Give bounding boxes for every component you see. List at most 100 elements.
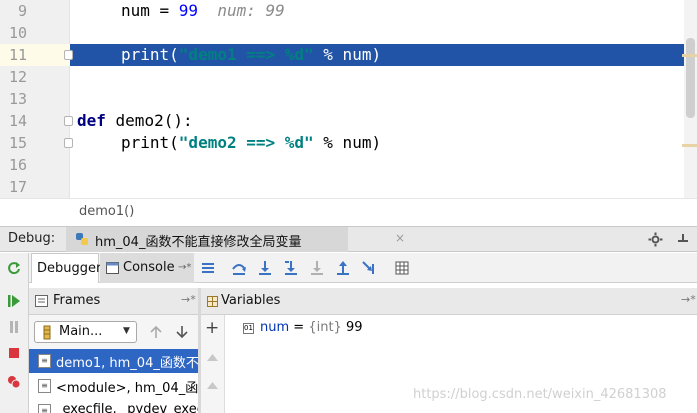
frames-toolbar: Main... ▼ [29,315,198,349]
frame-label: demo1, hm_04_函数不 [56,356,198,371]
python-icon [76,233,88,245]
code-line[interactable]: 9 num = 99 num: 99 [0,0,697,22]
force-step-into-icon[interactable] [309,260,325,276]
code-line[interactable]: 11 print("demo1 ==> %d" % num) [0,44,697,66]
line-number: 15 [8,134,27,152]
frame-list-item[interactable]: ≡ _execfile, _pydev_exec [29,399,198,413]
variable-equals: = [289,320,309,335]
code-token: % num) [313,45,382,64]
code-line[interactable]: 15 print("demo2 ==> %d" % num) [0,132,697,154]
console-icon [106,262,119,274]
code-line[interactable]: 10 [0,22,697,44]
pin-icon[interactable]: →* [181,293,196,306]
code-text: print("demo1 ==> %d" % num) [121,44,381,66]
code-line[interactable]: 14 def demo2(): [0,110,697,132]
step-out-icon[interactable] [335,260,351,276]
menu-icon[interactable] [200,260,216,276]
fold-marker-icon[interactable] [64,116,73,126]
frames-title: Frames [53,293,101,308]
frame-label: _execfile, _pydev_exec [56,402,198,413]
line-number: 17 [8,178,27,196]
minimize-icon[interactable] [676,232,690,246]
line-number: 11 [8,46,27,64]
pin-icon[interactable]: →* [178,253,191,283]
code-text: def demo2(): [77,110,193,132]
stop-icon[interactable] [7,346,21,360]
code-token: "demo2 ==> %d" [178,133,314,152]
step-into-my-code-icon[interactable] [283,260,299,276]
editor-scrollbar-thumb[interactable] [686,38,695,118]
python-file-icon: ≡ [38,354,51,368]
line-number: 12 [8,68,27,86]
code-line[interactable]: 16 [0,154,697,176]
python-file-icon: ≡ [38,404,51,413]
tab-debugger[interactable]: Debugger [31,253,101,283]
code-token: 99 [178,1,199,20]
frame-list-item[interactable]: ≡ demo1, hm_04_函数不 [29,349,198,373]
code-line[interactable]: 13 [0,88,697,110]
arrow-up-icon[interactable] [150,325,162,339]
step-over-icon[interactable] [231,260,247,276]
evaluate-expression-icon[interactable] [394,260,410,276]
debugger-tabs-toolbar: Debugger Console →* [29,253,697,283]
debug-session-title: hm_04_函数不能直接修改全局变量 [95,235,302,250]
move-up-icon[interactable] [206,381,219,390]
rerun-icon[interactable] [7,261,21,275]
variables-pane-header: Variables →* [201,288,697,315]
variables-title: Variables [221,293,281,308]
variable-type: {int} [308,320,342,335]
thread-selector[interactable]: Main... ▼ [34,321,137,343]
code-token: "demo1 ==> %d" [178,45,314,64]
execution-point-highlight: print("demo1 ==> %d" % num) [70,44,684,66]
variables-icon [207,296,218,307]
close-icon[interactable]: × [395,231,405,245]
thread-icon [43,325,51,340]
add-watch-icon[interactable]: + [205,318,219,338]
resume-icon[interactable] [7,294,21,308]
code-editor[interactable]: 9 num = 99 num: 99 10 11 print("demo1 ==> %d… [0,0,697,198]
inline-value-hint: num: 99 [198,1,285,20]
breadcrumb-item[interactable]: demo1() [79,204,134,219]
arrow-down-icon[interactable] [176,325,188,339]
move-up-icon[interactable] [206,353,219,362]
error-stripe-marker[interactable] [682,144,697,147]
debug-label: Debug: [8,231,56,246]
breadcrumb[interactable]: demo1() [0,198,697,226]
run-to-cursor-icon[interactable] [361,260,377,276]
frame-list-item[interactable]: ≡ <module>, hm_04_函 [29,374,198,398]
frame-label: <module>, hm_04_函 [56,381,198,396]
code-token: demo2(): [105,111,193,130]
line-number: 9 [17,2,27,20]
pin-icon[interactable]: →* [681,293,696,306]
fold-marker-icon[interactable] [64,50,73,60]
debug-session-tab[interactable]: hm_04_函数不能直接修改全局变量 × [66,227,405,252]
view-breakpoints-icon[interactable] [7,375,21,389]
code-text: print("demo2 ==> %d" % num) [121,132,381,154]
frames-icon [35,295,48,307]
code-line[interactable]: 12 [0,66,697,88]
watermark: https://blog.csdn.net/weixin_42681308 [413,387,667,402]
variables-side-toolbar: + [201,315,225,413]
line-number: 14 [8,112,27,130]
variable-type-icon: 01 [243,323,254,334]
tab-console[interactable]: Console →* [100,253,194,283]
code-line[interactable]: 17 [0,176,697,198]
code-token: % num) [313,133,382,152]
line-number: 16 [8,156,27,174]
variable-name: num [260,320,290,335]
debug-tool-window-header: Debug: hm_04_函数不能直接修改全局变量 × [0,226,697,252]
code-token: def [77,111,106,130]
code-token: print( [121,133,179,152]
fold-marker-icon[interactable] [64,138,73,148]
gear-icon[interactable] [648,232,663,247]
pause-icon[interactable] [7,320,21,334]
code-token: num = [121,1,179,20]
error-stripe-marker[interactable] [682,54,697,57]
line-number: 13 [8,90,27,108]
step-into-icon[interactable] [257,260,273,276]
chevron-down-icon: ▼ [123,326,130,336]
variable-value: 99 [341,320,363,335]
line-number: 10 [8,24,27,42]
code-token: print( [121,45,179,64]
variable-row[interactable]: 01 num = {int} 99 [243,320,363,335]
